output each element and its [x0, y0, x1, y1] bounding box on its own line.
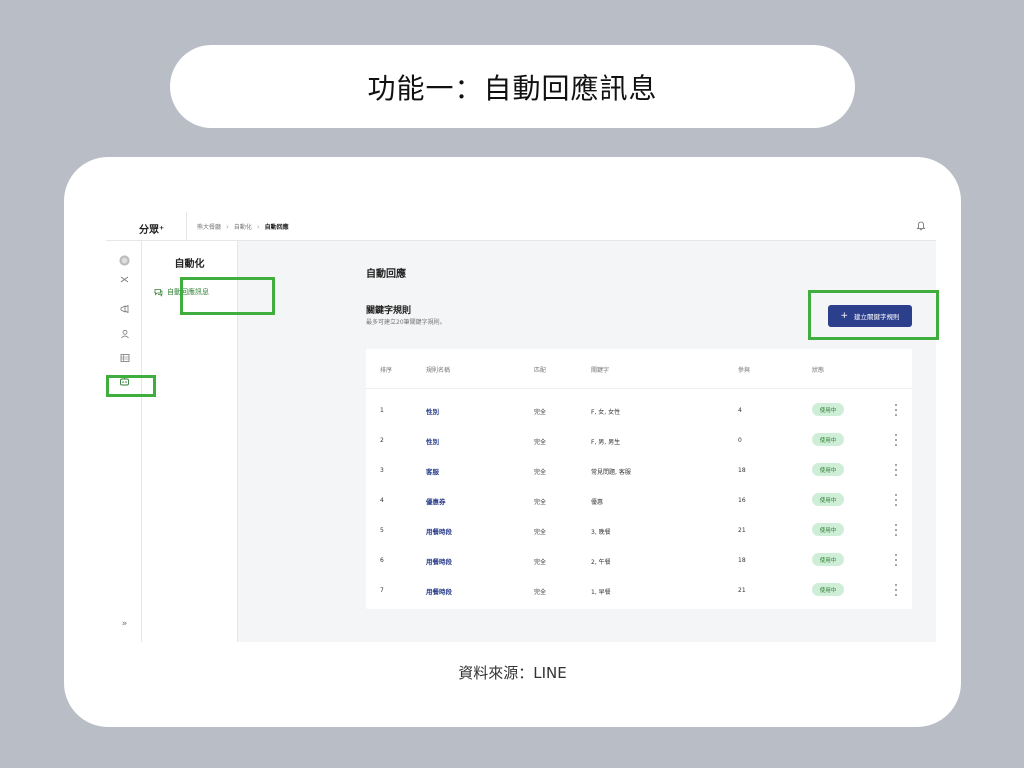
status-badge: 使用中: [812, 463, 844, 476]
header-count: 參與: [738, 367, 751, 374]
user-icon[interactable]: [119, 328, 130, 339]
table-row[interactable]: 5 用餐時段 完全 3, 晚餐 21 使用中: [366, 515, 912, 545]
app-screenshot: 分眾⁺ 熊大餐廳 › 自動化 › 自動回應 » 自動化 自動回應訊息 自動回應 …: [106, 212, 939, 642]
table-row[interactable]: 6 用餐時段 完全 2, 午餐 18 使用中: [366, 545, 912, 575]
slide-title: 功能一：自動回應訊息: [170, 45, 855, 128]
row-keywords: 常見問題, 客服: [591, 469, 631, 476]
more-options-icon[interactable]: [894, 524, 898, 536]
table-row[interactable]: 2 性別 完全 F, 男, 男生 0 使用中: [366, 425, 912, 455]
submenu-item-auto-reply[interactable]: 自動回應訊息: [148, 283, 234, 301]
row-rule-name[interactable]: 用餐時段: [426, 556, 452, 566]
more-options-icon[interactable]: [894, 554, 898, 566]
header-match: 匹配: [534, 367, 547, 374]
row-rule-name[interactable]: 用餐時段: [426, 586, 452, 596]
status-badge: 使用中: [812, 523, 844, 536]
row-rule-name[interactable]: 性別: [426, 436, 439, 446]
megaphone-icon[interactable]: [119, 303, 130, 314]
row-match: 完全: [534, 409, 547, 416]
header-status: 狀態: [812, 367, 825, 374]
row-rule-name[interactable]: 用餐時段: [426, 526, 452, 536]
table-header: 排序 規則名稱 匹配 關鍵字 參與 狀態: [366, 349, 912, 389]
row-count: 21: [738, 587, 746, 594]
avatar[interactable]: [119, 255, 130, 266]
breadcrumb-separator: ›: [226, 222, 229, 231]
submenu-item-label: 自動回應訊息: [167, 288, 209, 296]
create-keyword-rule-button[interactable]: + 建立關鍵字規則: [828, 305, 912, 327]
section-subtitle: 最多可建立20筆關鍵字規則。: [366, 319, 446, 326]
row-order: 7: [380, 587, 384, 594]
more-options-icon[interactable]: [894, 494, 898, 506]
status-badge: 使用中: [812, 433, 844, 446]
breadcrumb: 熊大餐廳 › 自動化 › 自動回應: [186, 212, 289, 241]
more-options-icon[interactable]: [894, 464, 898, 476]
row-order: 5: [380, 527, 384, 534]
row-match: 完全: [534, 469, 547, 476]
breadcrumb-item[interactable]: 熊大餐廳: [197, 222, 221, 231]
keyword-rules-table: 排序 規則名稱 匹配 關鍵字 參與 狀態 1 性別 完全 F, 女, 女性 4 …: [366, 349, 912, 609]
status-badge: 使用中: [812, 583, 844, 596]
list-icon[interactable]: [119, 352, 130, 363]
header-keywords: 關鍵字: [591, 367, 610, 374]
page-title: 自動回應: [366, 269, 406, 280]
create-button-label: 建立關鍵字規則: [854, 313, 900, 321]
row-match: 完全: [534, 589, 547, 596]
breadcrumb-current: 自動回應: [264, 224, 289, 231]
row-count: 21: [738, 527, 746, 534]
main-content: 自動回應 關鍵字規則 最多可建立20筆關鍵字規則。 + 建立關鍵字規則 排序 規…: [238, 241, 936, 642]
status-badge: 使用中: [812, 493, 844, 506]
more-options-icon[interactable]: [894, 584, 898, 596]
row-rule-name[interactable]: 客服: [426, 466, 439, 476]
submenu-title: 自動化: [174, 259, 205, 270]
row-order: 6: [380, 557, 384, 564]
row-rule-name[interactable]: 優惠券: [426, 496, 446, 506]
row-order: 1: [380, 407, 384, 414]
table-row[interactable]: 3 客服 完全 常見問題, 客服 18 使用中: [366, 455, 912, 485]
row-count: 0: [738, 437, 742, 444]
shuffle-icon[interactable]: [119, 274, 130, 285]
source-caption: 資料來源：LINE: [458, 664, 567, 682]
automation-submenu: 自動化 自動回應訊息: [142, 241, 238, 642]
row-order: 2: [380, 437, 384, 444]
row-match: 完全: [534, 559, 547, 566]
row-keywords: 優惠: [591, 499, 604, 506]
row-keywords: 3, 晚餐: [591, 529, 611, 536]
row-count: 4: [738, 407, 742, 414]
row-order: 3: [380, 467, 384, 474]
row-order: 4: [380, 497, 384, 504]
table-row[interactable]: 7 用餐時段 完全 1, 早餐 21 使用中: [366, 575, 912, 605]
bell-icon[interactable]: [916, 221, 926, 231]
row-count: 18: [738, 467, 746, 474]
app-logo: 分眾⁺: [139, 225, 165, 236]
row-match: 完全: [534, 499, 547, 506]
screenshot-card: 分眾⁺ 熊大餐廳 › 自動化 › 自動回應 » 自動化 自動回應訊息 自動回應 …: [64, 157, 961, 727]
row-rule-name[interactable]: 性別: [426, 406, 439, 416]
more-options-icon[interactable]: [894, 434, 898, 446]
row-keywords: F, 男, 男生: [591, 439, 621, 446]
row-match: 完全: [534, 529, 547, 536]
table-row[interactable]: 1 性別 完全 F, 女, 女性 4 使用中: [366, 395, 912, 425]
breadcrumb-item[interactable]: 自動化: [234, 222, 252, 231]
top-bar: 分眾⁺ 熊大餐廳 › 自動化 › 自動回應: [106, 212, 936, 241]
row-match: 完全: [534, 439, 547, 446]
icon-sidebar: »: [106, 241, 142, 642]
expand-sidebar-icon[interactable]: »: [119, 618, 130, 629]
breadcrumb-separator: ›: [256, 222, 260, 231]
chat-icon: [154, 288, 163, 297]
table-row[interactable]: 4 優惠券 完全 優惠 16 使用中: [366, 485, 912, 515]
status-badge: 使用中: [812, 553, 844, 566]
row-keywords: F, 女, 女性: [591, 409, 621, 416]
row-keywords: 2, 午餐: [591, 559, 611, 566]
row-count: 18: [738, 557, 746, 564]
row-count: 16: [738, 497, 746, 504]
more-options-icon[interactable]: [894, 404, 898, 416]
plus-icon: +: [840, 311, 849, 321]
status-badge: 使用中: [812, 403, 844, 416]
bot-icon[interactable]: [119, 376, 130, 387]
header-order: 排序: [380, 367, 393, 374]
row-keywords: 1, 早餐: [591, 589, 611, 596]
section-title: 關鍵字規則: [366, 306, 412, 316]
header-name: 規則名稱: [426, 367, 451, 374]
